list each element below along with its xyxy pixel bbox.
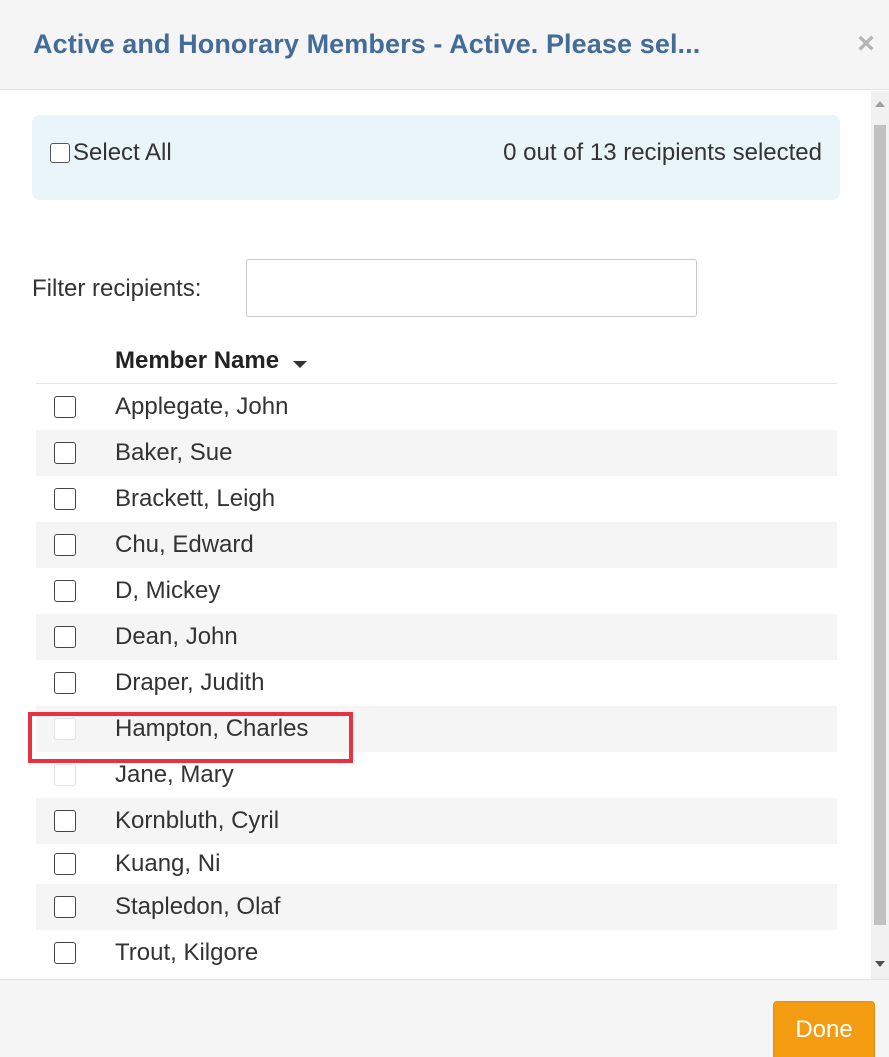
scrollbar-thumb[interactable] [874,125,886,925]
modal-body[interactable]: Select All 0 out of 13 recipients select… [0,91,871,979]
member-name: Applegate, John [115,393,289,420]
close-icon[interactable]: × [850,24,882,64]
row-checkbox[interactable] [54,626,76,648]
table-row[interactable]: Trout, Kilgore [36,930,837,976]
row-checkbox[interactable] [54,534,76,556]
recipients-modal: Active and Honorary Members - Active. Pl… [0,0,889,1057]
row-checkbox[interactable] [54,853,76,875]
table-row[interactable]: Baker, Sue [36,430,837,476]
table-row: Jane, Mary [36,752,837,798]
row-checkbox[interactable] [54,896,76,918]
scroll-up-arrow-icon[interactable] [875,101,885,107]
member-name: Baker, Sue [115,439,233,466]
selected-count-value: 0 out of 13 [503,139,617,166]
select-all-checkbox[interactable] [50,143,70,163]
column-header-label: Member Name [115,347,280,374]
table-row[interactable]: Applegate, John [36,384,837,430]
table-row[interactable]: Draper, Judith [36,660,837,706]
modal-title: Active and Honorary Members - Active. Pl… [33,29,701,59]
table-row[interactable]: Chu, Edward [36,522,837,568]
member-name-column-header[interactable]: Member Name [115,347,308,375]
vertical-scrollbar[interactable] [871,91,889,979]
member-name: Draper, Judith [115,669,265,696]
members-table: Member Name Applegate, John Baker, Sue B… [36,341,837,976]
filter-recipients-input[interactable] [246,259,697,317]
table-row[interactable]: D, Mickey [36,568,837,614]
scroll-down-arrow-icon[interactable] [875,961,885,967]
select-all-label: Select All [73,139,172,166]
row-checkbox[interactable] [54,672,76,694]
member-name: Dean, John [115,623,238,650]
member-name: Kuang, Ni [115,850,221,877]
member-name: Jane, Mary [115,761,234,788]
row-checkbox-disabled [54,718,76,740]
filter-label: Filter recipients: [32,275,202,302]
selected-count: 0 out of 13 recipients selected [503,139,822,167]
row-checkbox[interactable] [54,942,76,964]
table-row[interactable]: Kornbluth, Cyril [36,798,837,844]
table-header: Member Name [36,341,837,384]
caret-down-icon [293,360,308,368]
member-name: Chu, Edward [115,531,254,558]
member-name: Hampton, Charles [115,715,309,742]
done-button[interactable]: Done [773,1001,875,1057]
member-name: Stapledon, Olaf [115,893,281,920]
table-row[interactable]: Stapledon, Olaf [36,884,837,930]
table-row: Hampton, Charles [36,706,837,752]
member-name: Brackett, Leigh [115,485,276,512]
row-checkbox[interactable] [54,396,76,418]
row-checkbox[interactable] [54,580,76,602]
selection-summary-bar: Select All 0 out of 13 recipients select… [32,115,840,200]
member-name: Trout, Kilgore [115,939,259,966]
table-row[interactable]: Kuang, Ni [36,844,837,884]
table-row[interactable]: Dean, John [36,614,837,660]
row-checkbox[interactable] [54,488,76,510]
row-checkbox[interactable] [54,442,76,464]
member-name: Kornbluth, Cyril [115,807,280,834]
table-row[interactable]: Brackett, Leigh [36,476,837,522]
row-checkbox[interactable] [54,810,76,832]
selected-count-suffix: recipients selected [623,139,822,166]
select-all-control[interactable]: Select All [50,139,172,167]
modal-header: Active and Honorary Members - Active. Pl… [0,0,889,90]
modal-footer: Done [0,979,889,1057]
member-name: D, Mickey [115,577,221,604]
row-checkbox-disabled [54,764,76,786]
